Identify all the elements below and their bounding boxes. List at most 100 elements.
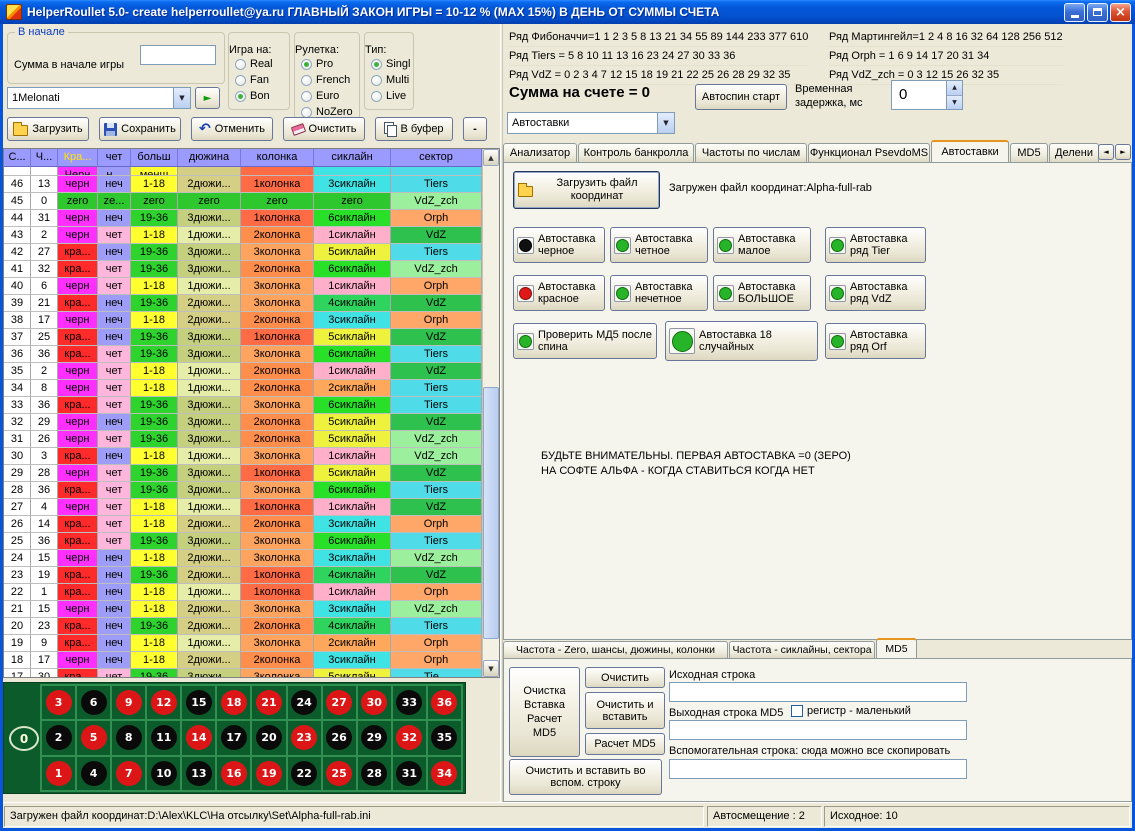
- spin-down-button[interactable]: [947, 96, 962, 110]
- roulette-cell[interactable]: 19: [251, 756, 286, 791]
- clear-paste-aux-button[interactable]: Очистить и вставить во вспом. строку: [509, 759, 662, 795]
- bottom-tab-1[interactable]: Частота - Zero, шансы, дюжины, колонки: [503, 641, 728, 658]
- table-row[interactable]: 432чернчет1-181дюжи...2колонка1сиклайнVd…: [4, 227, 482, 244]
- calc-md5-button[interactable]: Расчет MD5: [585, 733, 665, 755]
- clear-and-paste-button[interactable]: Очистить и вставить: [585, 692, 665, 729]
- tab-5[interactable]: Автоставки: [931, 140, 1009, 162]
- autobet-button-3[interactable]: Автоставка малое: [713, 227, 811, 263]
- table-scrollbar[interactable]: [482, 149, 499, 677]
- roulette-cell[interactable]: 9: [111, 685, 146, 720]
- roulette-cell[interactable]: 31: [392, 756, 427, 791]
- tab-4[interactable]: Функционал PsevdoMS: [808, 143, 930, 162]
- table-row[interactable]: 4227кра...неч19-363дюжи...3колонка5сикла…: [4, 244, 482, 261]
- autospin-start-button[interactable]: Автоспин старт: [695, 84, 787, 110]
- roulette-cell[interactable]: 14: [181, 720, 216, 755]
- autobet-button-7[interactable]: Автоставка БОЛЬШОЕ: [713, 275, 811, 311]
- autobet-button-9[interactable]: Проверить МД5 после спина: [513, 323, 657, 359]
- roulette-cell[interactable]: 34: [427, 756, 462, 791]
- register-checkbox[interactable]: [791, 705, 803, 717]
- roulette-cell[interactable]: 7: [111, 756, 146, 791]
- clear-button[interactable]: Очистить: [585, 667, 665, 688]
- roulette-cell[interactable]: 10: [146, 756, 181, 791]
- roulette-cell[interactable]: 5: [76, 720, 111, 755]
- roulette-cell[interactable]: 12: [146, 685, 181, 720]
- roulette-cell[interactable]: 6: [76, 685, 111, 720]
- chevron-down-icon[interactable]: [173, 88, 190, 108]
- tab-scroll-left-button[interactable]: [1098, 144, 1114, 160]
- table-row[interactable]: Чернн...менш: [4, 167, 482, 176]
- minimize-button[interactable]: [1064, 3, 1085, 22]
- table-row[interactable]: 2319кра...неч19-362дюжи...1колонка4сикла…: [4, 567, 482, 584]
- strategy-combo[interactable]: 1Melonati: [7, 87, 191, 109]
- output-string-input[interactable]: [669, 720, 967, 740]
- spin-up-button[interactable]: [947, 81, 962, 96]
- radio-option-singl[interactable]: Singl: [365, 56, 413, 72]
- scrollbar-thumb[interactable]: [483, 387, 499, 639]
- roulette-cell[interactable]: 26: [322, 720, 357, 755]
- scroll-up-button[interactable]: [483, 149, 499, 166]
- autobet-button-8[interactable]: Автоставка ряд VdZ: [825, 275, 926, 311]
- start-sum-input[interactable]: [140, 45, 216, 65]
- maximize-button[interactable]: [1087, 3, 1108, 22]
- table-row[interactable]: 2928чернчет19-363дюжи...1колонка5сиклайн…: [4, 465, 482, 482]
- roulette-zero[interactable]: 0: [9, 726, 39, 751]
- table-row[interactable]: 1817черннеч1-182дюжи...2колонка3сиклайнO…: [4, 652, 482, 669]
- autobet-button-1[interactable]: Автоставка черное: [513, 227, 605, 263]
- table-row[interactable]: 352чернчет1-181дюжи...2колонка1сиклайнVd…: [4, 363, 482, 380]
- tab-3[interactable]: Частоты по числам: [695, 143, 807, 162]
- roulette-cell[interactable]: 4: [76, 756, 111, 791]
- autobet-button-4[interactable]: Автоставка ряд Tier: [825, 227, 926, 263]
- bottom-tab-2[interactable]: Частота - сиклайны, сектора: [729, 641, 875, 658]
- toolbar-button-3[interactable]: Отменить: [191, 117, 273, 141]
- radio-option-fan[interactable]: Fan: [229, 72, 289, 88]
- toolbar-button-1[interactable]: Загрузить: [7, 117, 89, 141]
- tab-1[interactable]: Анализатор: [503, 143, 577, 162]
- close-button[interactable]: ×: [1110, 3, 1131, 22]
- autobet-button-11[interactable]: Автоставка ряд Orf: [825, 323, 926, 359]
- roulette-cell[interactable]: 25: [322, 756, 357, 791]
- roulette-cell[interactable]: 36: [427, 685, 462, 720]
- table-row[interactable]: 1730кра...чет19-363дюжи...3колонка5сикла…: [4, 669, 482, 678]
- roulette-cell[interactable]: 33: [392, 685, 427, 720]
- roulette-cell[interactable]: 11: [146, 720, 181, 755]
- toolbar-button-4[interactable]: Очистить: [283, 117, 365, 141]
- radio-option-pro[interactable]: Pro: [295, 56, 359, 72]
- start-strategy-button[interactable]: [195, 87, 220, 109]
- roulette-cell[interactable]: 30: [357, 685, 392, 720]
- autobet-button-5[interactable]: Автоставка красное: [513, 275, 605, 311]
- table-row[interactable]: 4132кра...чет19-363дюжи...2колонка6сикла…: [4, 261, 482, 278]
- roulette-cell[interactable]: 32: [392, 720, 427, 755]
- radio-option-live[interactable]: Live: [365, 88, 413, 104]
- roulette-cell[interactable]: 2: [41, 720, 76, 755]
- table-row[interactable]: 199кра...неч1-181дюжи...3колонка2сиклайн…: [4, 635, 482, 652]
- table-row[interactable]: 3336кра...чет19-363дюжи...3колонка6сикла…: [4, 397, 482, 414]
- table-row[interactable]: 2023кра...неч19-362дюжи...2колонка4сикла…: [4, 618, 482, 635]
- table-row[interactable]: 348чернчет1-181дюжи...2колонка2сиклайнTi…: [4, 380, 482, 397]
- table-row[interactable]: 3229черннеч19-363дюжи...2колонка5сиклайн…: [4, 414, 482, 431]
- roulette-cell[interactable]: 3: [41, 685, 76, 720]
- roulette-cell[interactable]: 21: [251, 685, 286, 720]
- table-row[interactable]: 450zeroze...zerozerozerozeroVdZ_zch: [4, 193, 482, 210]
- aux-string-input[interactable]: [669, 759, 967, 779]
- table-row[interactable]: 3921кра...неч19-362дюжи...3колонка4сикла…: [4, 295, 482, 312]
- roulette-cell[interactable]: 1: [41, 756, 76, 791]
- table-row[interactable]: 406чернчет1-181дюжи...3колонка1сиклайнOr…: [4, 278, 482, 295]
- tab-scroll-right-button[interactable]: [1115, 144, 1131, 160]
- source-string-input[interactable]: [669, 682, 967, 702]
- tab-7[interactable]: Делени: [1049, 143, 1099, 162]
- radio-option-multi[interactable]: Multi: [365, 72, 413, 88]
- roulette-cell[interactable]: 35: [427, 720, 462, 755]
- roulette-cell[interactable]: 17: [216, 720, 251, 755]
- radio-option-french[interactable]: French: [295, 72, 359, 88]
- table-row[interactable]: 3636кра...чет19-363дюжи...3колонка6сикла…: [4, 346, 482, 363]
- roulette-cell[interactable]: 22: [287, 756, 322, 791]
- table-row[interactable]: 2415черннеч1-182дюжи...3колонка3сиклайнV…: [4, 550, 482, 567]
- scroll-down-button[interactable]: [483, 660, 499, 677]
- roulette-cell[interactable]: 16: [216, 756, 251, 791]
- table-row[interactable]: 2536кра...чет19-363дюжи...3колонка6сикла…: [4, 533, 482, 550]
- table-row[interactable]: 2115черннеч1-182дюжи...3колонка3сиклайнV…: [4, 601, 482, 618]
- table-row[interactable]: 4613черннеч1-182дюжи...1колонка3сиклайнT…: [4, 176, 482, 193]
- roulette-cell[interactable]: 15: [181, 685, 216, 720]
- chevron-down-icon[interactable]: [657, 113, 674, 133]
- bottom-tab-3[interactable]: MD5: [876, 638, 917, 658]
